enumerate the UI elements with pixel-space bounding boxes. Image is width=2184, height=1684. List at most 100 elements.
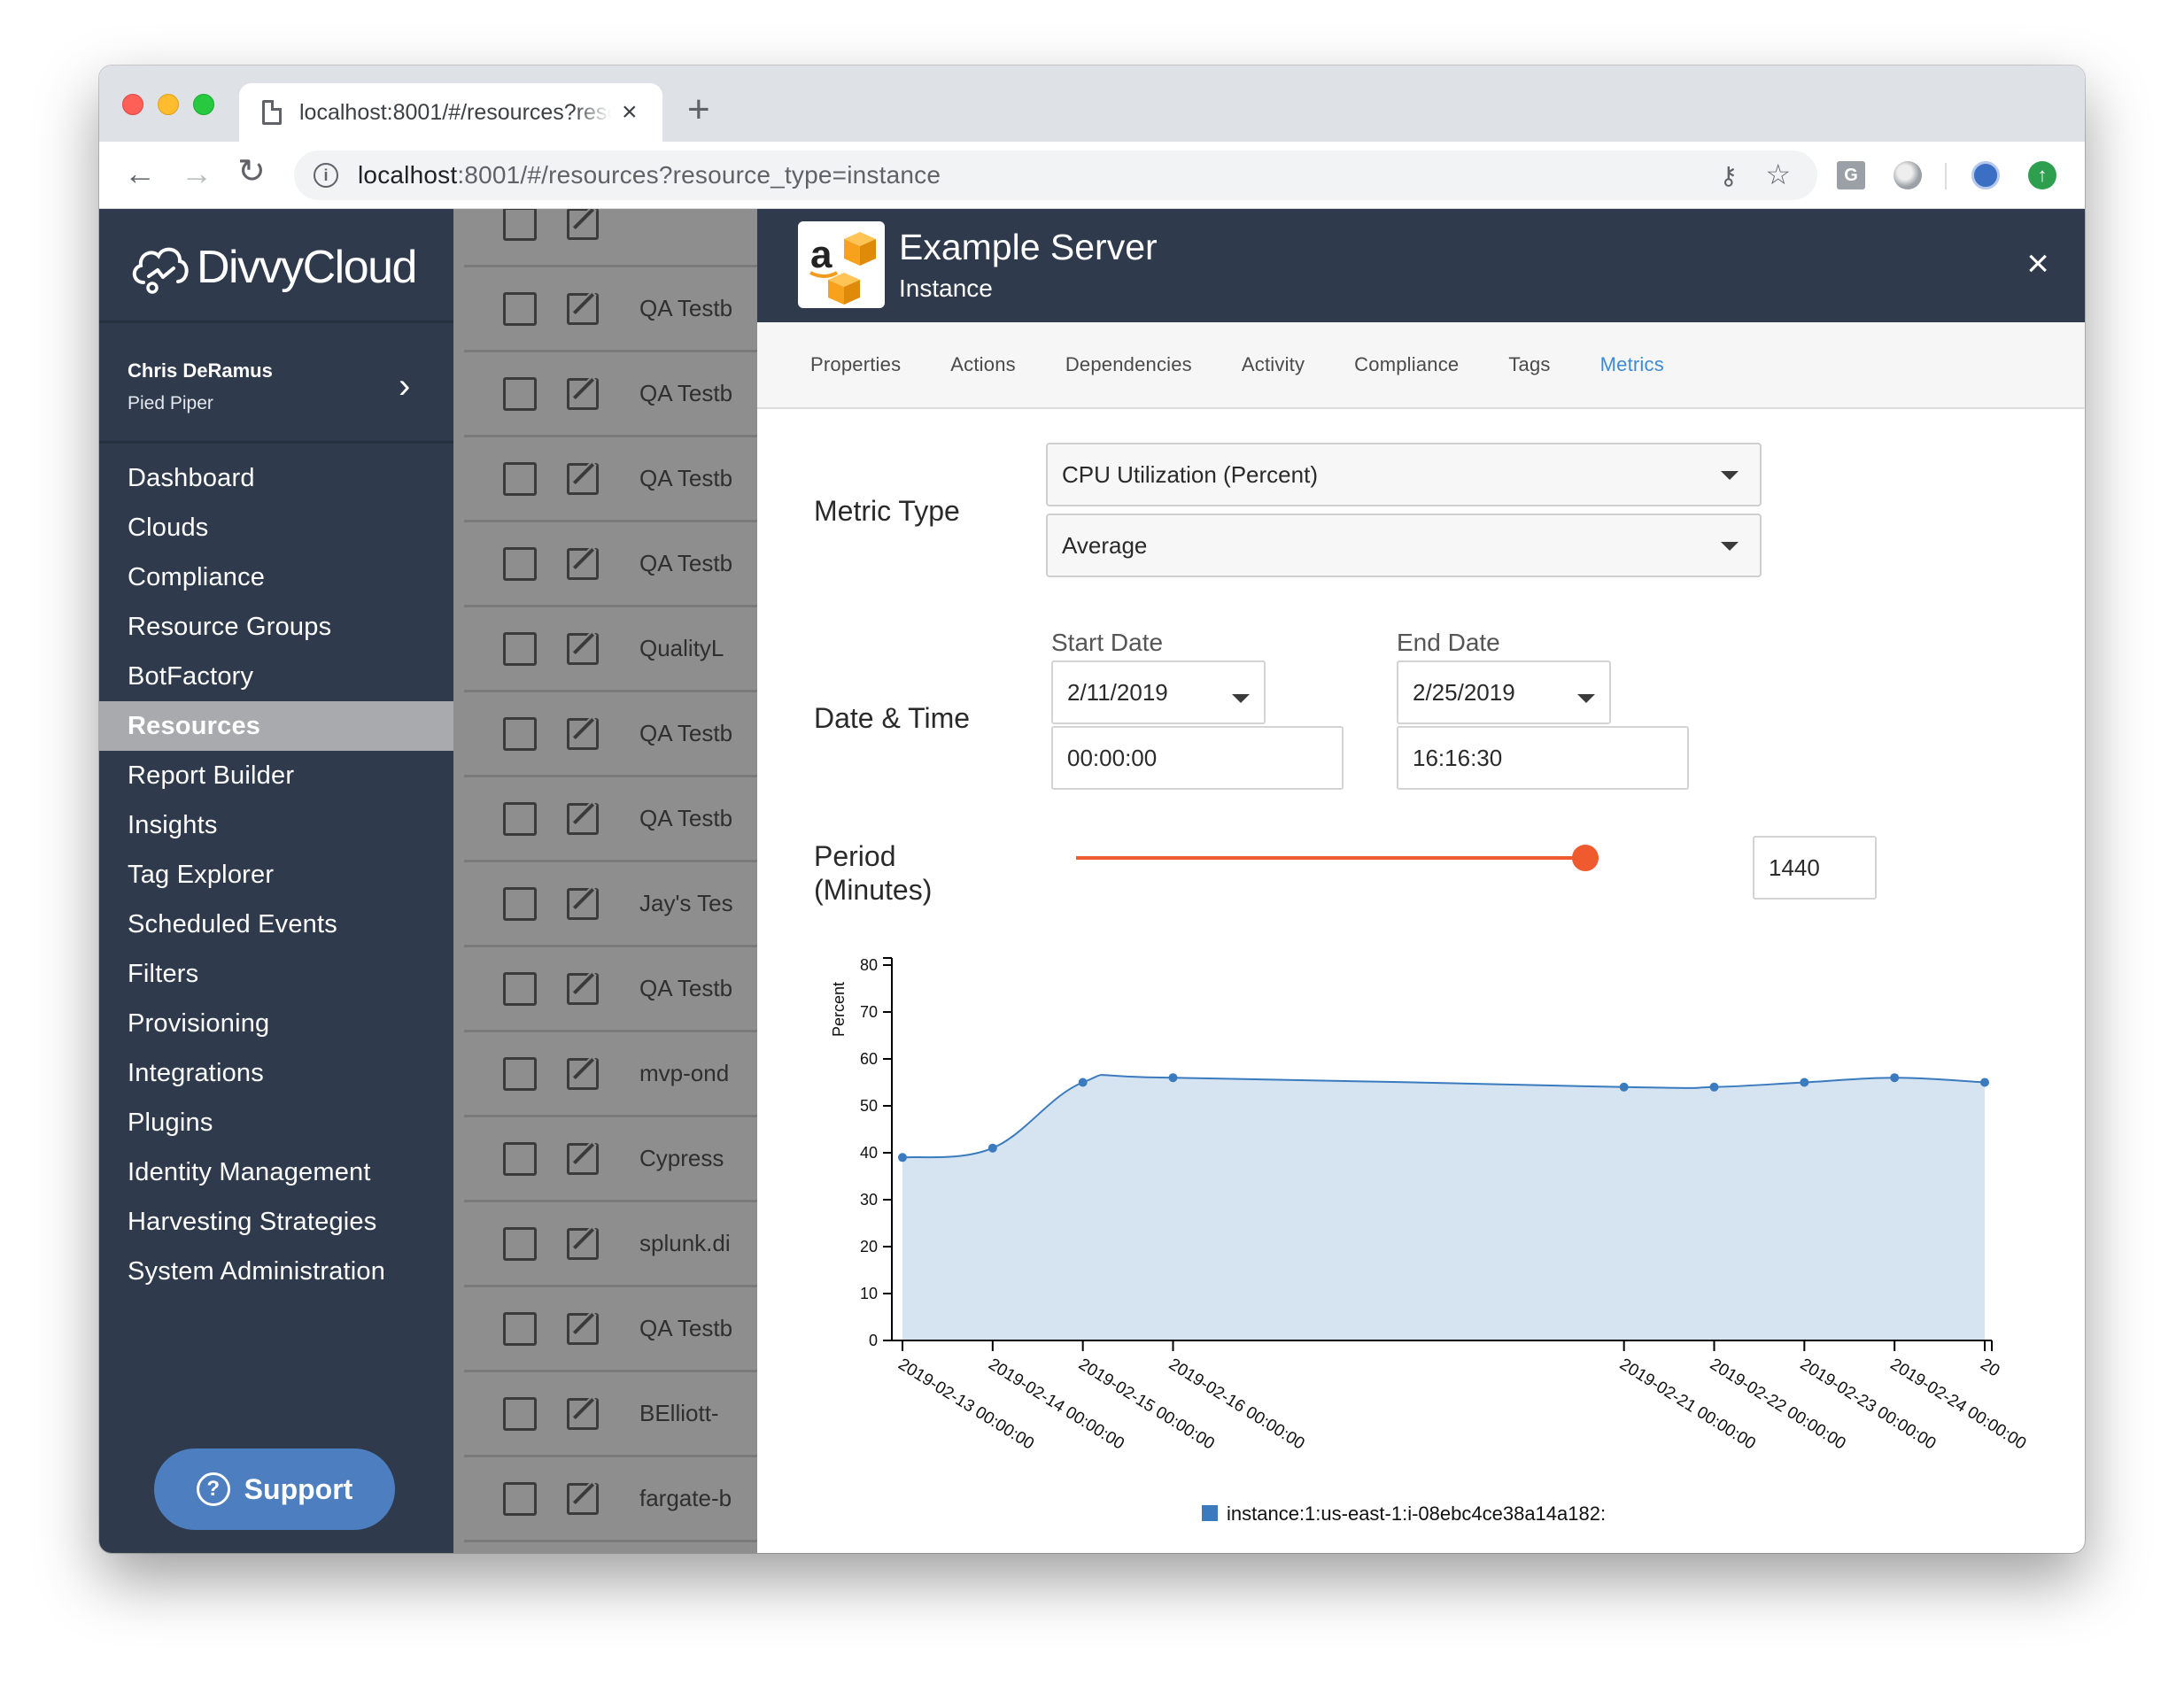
sidebar-item-filters[interactable]: Filters [99, 949, 453, 999]
tab-activity[interactable]: Activity [1242, 353, 1305, 376]
resource-name: mvp-ond [639, 1060, 730, 1086]
star-icon[interactable]: ☆ [1765, 158, 1791, 191]
reload-icon[interactable]: ↻ [237, 155, 266, 189]
user-block[interactable]: Chris DeRamus Pied Piper [128, 359, 273, 414]
divvycloud-logo[interactable]: DivvyCloud [129, 232, 417, 303]
start-time-value: 00:00:00 [1067, 744, 1158, 771]
checkbox[interactable] [503, 801, 537, 836]
statistic-select-value: Average [1062, 531, 1148, 559]
sidebar-item-insights[interactable]: Insights [99, 800, 453, 850]
checkbox[interactable] [503, 546, 537, 581]
minimize-window-button[interactable] [158, 94, 179, 115]
edit-icon[interactable] [567, 1142, 599, 1175]
checkbox[interactable] [503, 209, 537, 241]
resource-name: QA Testb [639, 295, 733, 321]
sidebar-item-system-administration[interactable]: System Administration [99, 1247, 453, 1296]
tab-tags[interactable]: Tags [1508, 353, 1550, 376]
edit-icon[interactable] [567, 1312, 599, 1345]
key-icon[interactable]: ⚷ [1719, 161, 1738, 190]
sidebar-divider [99, 441, 453, 444]
tab-compliance[interactable]: Compliance [1354, 353, 1459, 376]
sidebar-item-resource-groups[interactable]: Resource Groups [99, 602, 453, 652]
checkbox[interactable] [503, 1396, 537, 1431]
edit-icon[interactable] [567, 547, 599, 580]
url-text[interactable]: localhost:8001/#/resources?resource_type… [358, 161, 941, 189]
date-time-label: Date & Time [814, 702, 971, 734]
end-date-input[interactable]: 2/25/2019 [1397, 660, 1611, 724]
checkbox[interactable] [503, 291, 537, 326]
checkbox[interactable] [503, 971, 537, 1006]
edit-icon[interactable] [567, 462, 599, 495]
edit-icon[interactable] [567, 1057, 599, 1090]
edit-icon[interactable] [567, 717, 599, 750]
profile-cloud-icon[interactable] [1971, 161, 2000, 189]
address-bar[interactable]: i localhost:8001/#/resources?resource_ty… [294, 151, 1817, 200]
update-arrow-icon[interactable]: ↑ [2028, 161, 2056, 189]
support-button[interactable]: ? Support [154, 1448, 395, 1530]
end-time-input[interactable]: 16:16:30 [1397, 726, 1689, 790]
back-icon[interactable]: ← [124, 158, 156, 189]
brand-name: DivvyCloud [197, 242, 417, 293]
checkbox[interactable] [503, 1226, 537, 1261]
period-slider-thumb[interactable] [1572, 845, 1599, 871]
sidebar-item-botfactory[interactable]: BotFactory [99, 652, 453, 701]
sidebar-item-integrations[interactable]: Integrations [99, 1048, 453, 1098]
sidebar-item-harvesting-strategies[interactable]: Harvesting Strategies [99, 1197, 453, 1247]
sidebar-item-tag-explorer[interactable]: Tag Explorer [99, 850, 453, 900]
sidebar-item-clouds[interactable]: Clouds [99, 503, 453, 552]
checkbox[interactable] [503, 1311, 537, 1346]
edit-icon[interactable] [567, 632, 599, 665]
edit-icon[interactable] [567, 209, 599, 240]
tab-dependencies[interactable]: Dependencies [1065, 353, 1192, 376]
tab-close-icon[interactable]: × [622, 99, 638, 126]
sidebar-item-plugins[interactable]: Plugins [99, 1098, 453, 1147]
checkbox[interactable] [503, 1056, 537, 1091]
resource-name: QA Testb [639, 380, 733, 406]
edit-icon[interactable] [567, 292, 599, 325]
forward-icon[interactable]: → [181, 158, 213, 189]
close-icon[interactable]: × [2026, 244, 2049, 283]
period-input[interactable]: 1440 [1753, 836, 1877, 900]
extension-circle-icon[interactable] [1894, 161, 1922, 189]
start-date-input[interactable]: 2/11/2019 [1051, 660, 1266, 724]
extension-g-icon[interactable]: G [1837, 161, 1865, 189]
start-time-input[interactable]: 00:00:00 [1051, 726, 1344, 790]
new-tab-button[interactable]: + [687, 90, 710, 129]
maximize-window-button[interactable] [193, 94, 214, 115]
period-slider-track[interactable] [1076, 856, 1599, 860]
checkbox[interactable] [503, 376, 537, 411]
sidebar-item-provisioning[interactable]: Provisioning [99, 999, 453, 1048]
edit-icon[interactable] [567, 1227, 599, 1260]
sidebar-item-dashboard[interactable]: Dashboard [99, 453, 453, 503]
checkbox[interactable] [503, 1141, 537, 1176]
statistic-select[interactable]: Average [1046, 514, 1762, 577]
edit-icon[interactable] [567, 1397, 599, 1430]
sidebar-item-compliance[interactable]: Compliance [99, 552, 453, 602]
browser-tab[interactable]: localhost:8001/#/resources?resource_type… [239, 83, 662, 142]
sidebar-item-identity-management[interactable]: Identity Management [99, 1147, 453, 1197]
edit-icon[interactable] [567, 377, 599, 410]
metric-select[interactable]: CPU Utilization (Percent) [1046, 443, 1762, 506]
tab-metrics[interactable]: Metrics [1600, 353, 1664, 376]
sidebar-item-resources[interactable]: Resources [99, 701, 453, 751]
edit-icon[interactable] [567, 802, 599, 835]
checkbox[interactable] [503, 631, 537, 666]
checkbox[interactable] [503, 716, 537, 751]
period-label-line1: Period [814, 840, 896, 872]
edit-icon[interactable] [567, 972, 599, 1005]
data-point [898, 1153, 907, 1163]
chevron-right-icon[interactable]: › [399, 368, 410, 404]
checkbox[interactable] [503, 1481, 537, 1516]
data-point [1168, 1073, 1178, 1083]
checkbox[interactable] [503, 886, 537, 921]
edit-icon[interactable] [567, 1482, 599, 1515]
sidebar-item-report-builder[interactable]: Report Builder [99, 751, 453, 800]
tab-actions[interactable]: Actions [950, 353, 1016, 376]
tab-properties[interactable]: Properties [810, 353, 901, 376]
close-window-button[interactable] [122, 94, 143, 115]
data-point [1709, 1082, 1719, 1092]
checkbox[interactable] [503, 461, 537, 496]
sidebar-item-scheduled-events[interactable]: Scheduled Events [99, 900, 453, 949]
info-icon[interactable]: i [314, 163, 338, 188]
edit-icon[interactable] [567, 887, 599, 920]
